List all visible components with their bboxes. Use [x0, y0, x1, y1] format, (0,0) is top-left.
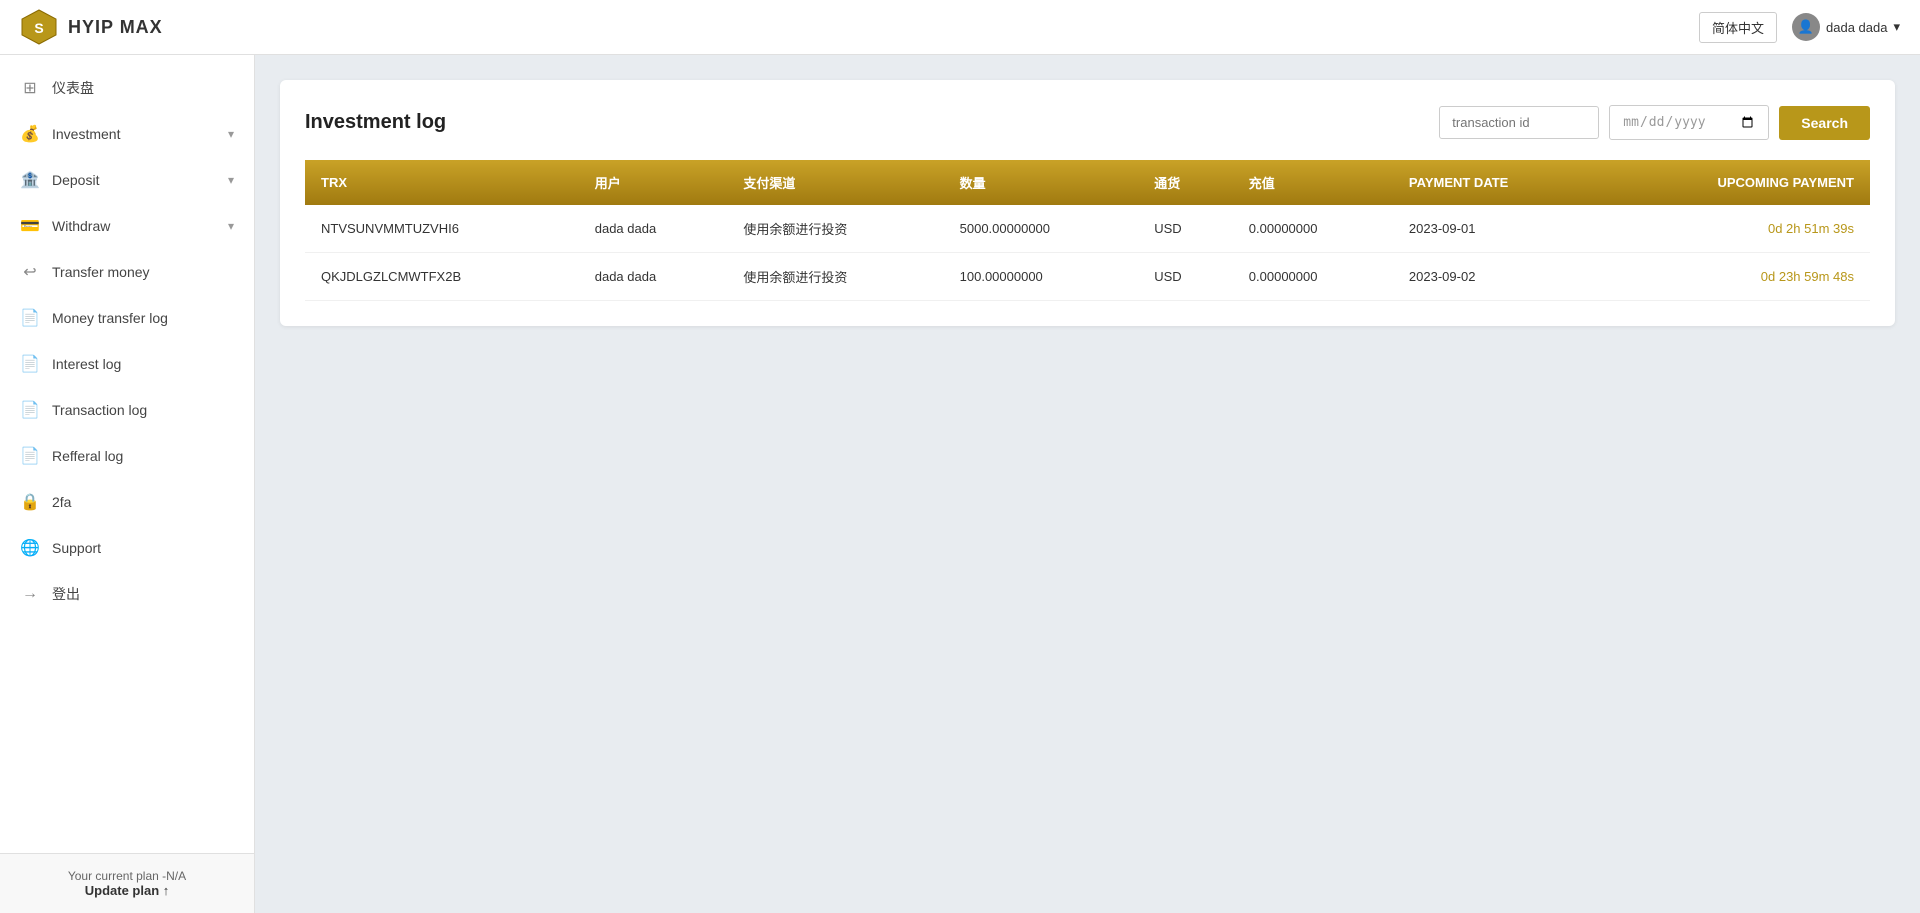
sidebar: ⊞ 仪表盘 💰 Investment ▾ 🏦 Deposit ▾ 💳 Withd…	[0, 55, 255, 913]
main-layout: ⊞ 仪表盘 💰 Investment ▾ 🏦 Deposit ▾ 💳 Withd…	[0, 55, 1920, 913]
deposit-icon: 🏦	[20, 170, 40, 190]
investment-log-card: Investment log Search TRX用户支付渠道数量通货充值PAY…	[280, 80, 1895, 326]
money-transfer-log-icon: 📄	[20, 308, 40, 328]
table-column-header: 通货	[1138, 160, 1233, 205]
sidebar-item-2fa[interactable]: 🔒 2fa	[0, 479, 254, 525]
chevron-down-icon: ▾	[228, 173, 234, 187]
sidebar-item-label: 仪表盘	[52, 78, 234, 98]
table-cell: 5000.00000000	[944, 205, 1139, 253]
logo-icon: S	[20, 8, 58, 46]
sidebar-item-label: Refferal log	[52, 448, 234, 464]
interest-log-icon: 📄	[20, 354, 40, 374]
dashboard-icon: ⊞	[20, 78, 40, 98]
table-cell: USD	[1138, 253, 1233, 301]
table-column-header: TRX	[305, 160, 579, 205]
withdraw-icon: 💳	[20, 216, 40, 236]
chevron-down-icon: ▾	[228, 127, 234, 141]
logo: S HYIP MAX	[20, 8, 163, 46]
sidebar-item-label: Support	[52, 540, 234, 556]
avatar: 👤	[1792, 13, 1820, 41]
table-cell: 100.00000000	[944, 253, 1139, 301]
sidebar-item-transaction-log[interactable]: 📄 Transaction log	[0, 387, 254, 433]
sidebar-nav: ⊞ 仪表盘 💰 Investment ▾ 🏦 Deposit ▾ 💳 Withd…	[0, 55, 254, 853]
table-head: TRX用户支付渠道数量通货充值PAYMENT DATEUPCOMING PAYM…	[305, 160, 1870, 205]
table-cell: USD	[1138, 205, 1233, 253]
sidebar-footer: Your current plan -N/A Update plan ↑	[0, 853, 254, 913]
sidebar-item-label: Interest log	[52, 356, 234, 372]
card-header: Investment log Search	[305, 105, 1870, 140]
sidebar-item-money-transfer-log[interactable]: 📄 Money transfer log	[0, 295, 254, 341]
table-cell: 使用余额进行投资	[727, 205, 943, 253]
table-header-row: TRX用户支付渠道数量通货充值PAYMENT DATEUPCOMING PAYM…	[305, 160, 1870, 205]
sidebar-item-label: Deposit	[52, 172, 216, 188]
user-menu-button[interactable]: 👤 dada dada ▾	[1792, 13, 1900, 41]
sidebar-item-label: Transaction log	[52, 402, 234, 418]
support-icon: 🌐	[20, 538, 40, 558]
sidebar-item-label: 2fa	[52, 494, 234, 510]
table-cell: QKJDLGZLCMWTFX2B	[305, 253, 579, 301]
investment-icon: 💰	[20, 124, 40, 144]
logo-text: HYIP MAX	[68, 17, 163, 38]
transaction-log-icon: 📄	[20, 400, 40, 420]
transaction-id-input[interactable]	[1439, 106, 1599, 139]
table-cell: 2023-09-01	[1393, 205, 1602, 253]
table-row: QKJDLGZLCMWTFX2Bdada dada使用余额进行投资100.000…	[305, 253, 1870, 301]
table-column-header: 支付渠道	[727, 160, 943, 205]
sidebar-item-refferal-log[interactable]: 📄 Refferal log	[0, 433, 254, 479]
table-column-header: 用户	[579, 160, 728, 205]
table-wrapper: TRX用户支付渠道数量通货充值PAYMENT DATEUPCOMING PAYM…	[305, 160, 1870, 301]
sidebar-item-withdraw[interactable]: 💳 Withdraw ▾	[0, 203, 254, 249]
table-column-header: PAYMENT DATE	[1393, 160, 1602, 205]
sidebar-item-deposit[interactable]: 🏦 Deposit ▾	[0, 157, 254, 203]
main-content: Investment log Search TRX用户支付渠道数量通货充值PAY…	[255, 55, 1920, 913]
topbar: S HYIP MAX 简体中文 👤 dada dada ▾	[0, 0, 1920, 55]
transfer-money-icon: ↩	[20, 262, 40, 282]
header-controls: Search	[1439, 105, 1870, 140]
search-button[interactable]: Search	[1779, 106, 1870, 140]
table-cell: 0.00000000	[1233, 253, 1393, 301]
table-column-header: 数量	[944, 160, 1139, 205]
logout-icon: →	[20, 584, 40, 604]
investment-table: TRX用户支付渠道数量通货充值PAYMENT DATEUPCOMING PAYM…	[305, 160, 1870, 301]
table-cell: 2023-09-02	[1393, 253, 1602, 301]
table-cell: dada dada	[579, 205, 728, 253]
table-column-header: 充值	[1233, 160, 1393, 205]
sidebar-item-label: Money transfer log	[52, 310, 234, 326]
topbar-right: 简体中文 👤 dada dada ▾	[1699, 12, 1900, 43]
chevron-down-icon: ▾	[228, 219, 234, 233]
sidebar-item-interest-log[interactable]: 📄 Interest log	[0, 341, 254, 387]
table-cell: dada dada	[579, 253, 728, 301]
language-button[interactable]: 简体中文	[1699, 12, 1777, 43]
table-cell: 0.00000000	[1233, 205, 1393, 253]
2fa-icon: 🔒	[20, 492, 40, 512]
date-input[interactable]	[1609, 105, 1769, 140]
table-column-header: UPCOMING PAYMENT	[1602, 160, 1870, 205]
sidebar-item-logout[interactable]: → 登出	[0, 571, 254, 617]
table-cell: NTVSUNVMMTUZVHI6	[305, 205, 579, 253]
table-row: NTVSUNVMMTUZVHI6dada dada使用余额进行投资5000.00…	[305, 205, 1870, 253]
update-plan-button[interactable]: Update plan ↑	[15, 883, 239, 898]
table-body: NTVSUNVMMTUZVHI6dada dada使用余额进行投资5000.00…	[305, 205, 1870, 301]
current-plan-text: Your current plan -N/A	[15, 869, 239, 883]
user-chevron-icon: ▾	[1893, 19, 1900, 35]
table-cell: 使用余额进行投资	[727, 253, 943, 301]
sidebar-item-label: Withdraw	[52, 218, 216, 234]
upcoming-payment-cell: 0d 23h 59m 48s	[1602, 253, 1870, 301]
upcoming-payment-cell: 0d 2h 51m 39s	[1602, 205, 1870, 253]
svg-text:S: S	[34, 20, 43, 36]
sidebar-item-label: Investment	[52, 126, 216, 142]
page-title: Investment log	[305, 111, 446, 134]
sidebar-item-label: 登出	[52, 584, 234, 604]
sidebar-item-support[interactable]: 🌐 Support	[0, 525, 254, 571]
sidebar-item-dashboard[interactable]: ⊞ 仪表盘	[0, 65, 254, 111]
sidebar-item-transfer-money[interactable]: ↩ Transfer money	[0, 249, 254, 295]
sidebar-item-investment[interactable]: 💰 Investment ▾	[0, 111, 254, 157]
sidebar-item-label: Transfer money	[52, 264, 234, 280]
refferal-log-icon: 📄	[20, 446, 40, 466]
user-name: dada dada	[1826, 20, 1887, 35]
